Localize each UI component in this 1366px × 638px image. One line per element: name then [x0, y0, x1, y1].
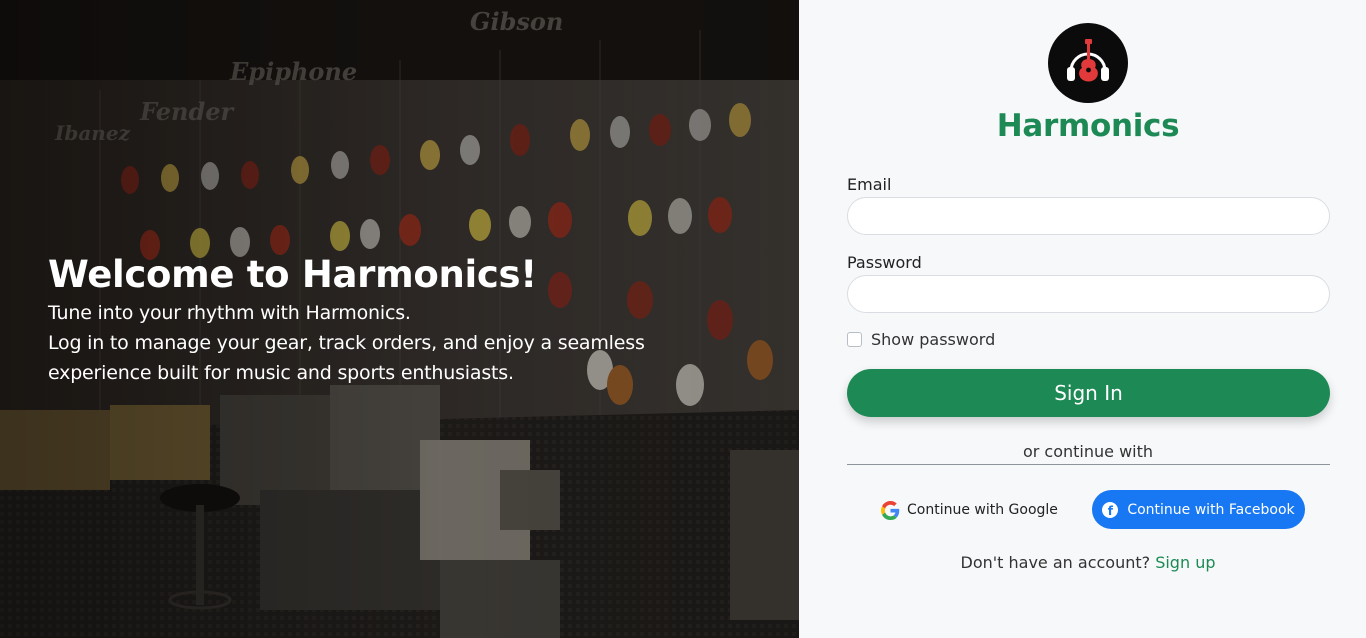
- facebook-button-label: Continue with Facebook: [1127, 501, 1295, 518]
- hero-subtitle-line-2: Log in to manage your gear, track orders…: [48, 332, 645, 354]
- divider: [847, 464, 1330, 465]
- email-label: Email: [847, 175, 892, 194]
- google-icon: [881, 500, 900, 520]
- hero-panel: Epiphone Fender Ibanez Gibson Welcome to…: [0, 0, 799, 638]
- signup-prompt: Don't have an account?: [960, 553, 1156, 572]
- password-field[interactable]: [847, 275, 1330, 313]
- brand-name: Harmonics: [996, 108, 1180, 144]
- show-password-label[interactable]: Show password: [871, 330, 995, 349]
- guitar-headphones-icon: [1067, 39, 1109, 82]
- facebook-icon: f: [1102, 501, 1119, 518]
- hero-subtitle-line-3: experience built for music and sports en…: [48, 362, 514, 384]
- continue-with-google-button[interactable]: Continue with Google: [875, 492, 1064, 528]
- hero-subtitle-line-1: Tune into your rhythm with Harmonics.: [48, 302, 411, 324]
- password-label: Password: [847, 253, 922, 272]
- login-panel: Harmonics Email Password Show password S…: [799, 0, 1366, 638]
- hero-text-block: Welcome to Harmonics! Tune into your rhy…: [48, 252, 748, 388]
- continue-with-facebook-button[interactable]: f Continue with Facebook: [1092, 490, 1305, 529]
- continue-with-text: or continue with: [1022, 442, 1154, 461]
- google-button-label: Continue with Google: [907, 502, 1058, 518]
- email-field[interactable]: [847, 197, 1330, 235]
- show-password-checkbox[interactable]: [847, 332, 862, 347]
- show-password-row: Show password: [847, 330, 995, 349]
- sign-up-link[interactable]: Sign up: [1155, 553, 1215, 572]
- signup-row: Don't have an account? Sign up: [799, 553, 1366, 572]
- sign-in-button[interactable]: Sign In: [847, 369, 1330, 417]
- hero-title: Welcome to Harmonics!: [48, 253, 537, 296]
- brand-logo: [1048, 23, 1128, 103]
